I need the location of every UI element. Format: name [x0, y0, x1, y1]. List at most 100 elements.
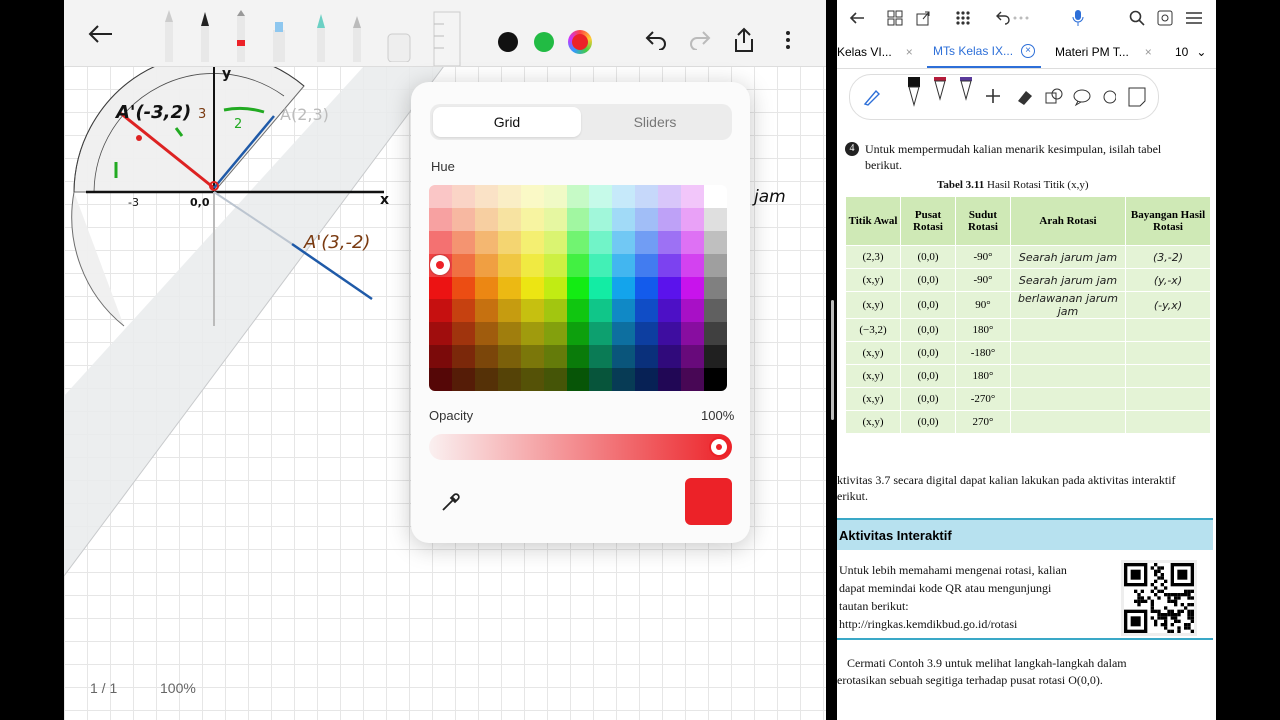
color-swatch[interactable]	[543, 299, 568, 323]
color-swatch[interactable]	[612, 299, 636, 323]
color-swatch[interactable]	[681, 276, 705, 300]
color-swatch[interactable]	[451, 276, 476, 300]
color-swatch[interactable]	[704, 345, 727, 369]
color-swatch[interactable]	[681, 185, 705, 209]
color-swatch[interactable]	[704, 253, 727, 278]
tab-grid[interactable]: Grid	[433, 107, 581, 137]
marker-tool[interactable]	[314, 10, 328, 62]
color-swatch[interactable]	[451, 185, 476, 209]
color-swatch[interactable]	[566, 345, 590, 369]
export-icon[interactable]	[915, 10, 931, 26]
color-swatch[interactable]	[543, 207, 568, 232]
color-swatch[interactable]	[429, 368, 453, 391]
color-swatch[interactable]	[520, 276, 545, 300]
tab-doc-2-active[interactable]: MTs Kelas IX... ×	[927, 36, 1041, 68]
color-swatch[interactable]	[543, 230, 568, 255]
color-swatch[interactable]	[635, 253, 659, 278]
tab-doc-3[interactable]: Materi PM T... ×	[1055, 36, 1159, 68]
eraser-tool[interactable]	[386, 10, 412, 62]
color-swatch[interactable]	[451, 368, 476, 391]
close-icon[interactable]: ×	[1021, 44, 1036, 58]
color-swatch[interactable]	[429, 345, 453, 369]
pen-mode-icon[interactable]	[862, 87, 882, 107]
color-swatch[interactable]	[704, 299, 727, 323]
color-swatch[interactable]	[635, 299, 659, 323]
color-swatch[interactable]	[612, 368, 636, 391]
color-swatch[interactable]	[543, 322, 568, 346]
purple-pen-icon[interactable]	[958, 75, 974, 111]
color-swatch[interactable]	[474, 185, 499, 209]
color-swatch[interactable]	[704, 322, 727, 346]
color-swatch[interactable]	[704, 185, 727, 209]
color-swatch[interactable]	[658, 230, 682, 255]
color-swatch[interactable]	[474, 368, 499, 391]
color-swatch[interactable]	[704, 368, 727, 391]
color-swatch[interactable]	[429, 185, 453, 209]
color-swatch[interactable]	[429, 276, 453, 300]
color-swatch[interactable]	[474, 230, 499, 255]
color-swatch[interactable]	[497, 299, 522, 323]
color-swatch[interactable]	[589, 299, 613, 323]
tab-sliders[interactable]: Sliders	[581, 107, 729, 137]
arrow-left-icon[interactable]	[86, 22, 114, 46]
color-swatch[interactable]	[612, 230, 636, 255]
color-swatch[interactable]	[658, 207, 682, 232]
share-icon[interactable]	[732, 26, 756, 54]
color-swatch[interactable]	[658, 253, 682, 278]
color-swatch[interactable]	[612, 322, 636, 346]
tab-count-dropdown[interactable]: 10 ⌄	[1175, 36, 1215, 68]
color-swatch[interactable]	[497, 230, 522, 255]
color-swatch[interactable]	[451, 207, 476, 232]
highlighter-tool[interactable]	[270, 10, 288, 62]
color-swatch[interactable]	[635, 230, 659, 255]
opacity-slider-thumb[interactable]	[709, 437, 729, 457]
grid-view-icon[interactable]	[887, 10, 903, 26]
color-swatch[interactable]	[658, 276, 682, 300]
color-swatch[interactable]	[497, 253, 522, 278]
color-swatch[interactable]	[589, 368, 613, 391]
color-green[interactable]	[534, 32, 554, 52]
color-swatch[interactable]	[566, 322, 590, 346]
color-swatch[interactable]	[520, 299, 545, 323]
color-swatch[interactable]	[589, 276, 613, 300]
color-swatch[interactable]	[474, 276, 499, 300]
color-swatch[interactable]	[520, 185, 545, 209]
color-swatch[interactable]	[589, 230, 613, 255]
color-swatch[interactable]	[612, 207, 636, 232]
color-swatch[interactable]	[566, 276, 590, 300]
tab-doc-1[interactable]: Kelas VI... ×	[837, 36, 927, 68]
more-vertical-icon[interactable]	[778, 28, 798, 52]
color-swatch[interactable]	[543, 276, 568, 300]
color-swatch[interactable]	[451, 322, 476, 346]
shape-icon[interactable]	[1100, 87, 1116, 107]
eyedropper-icon[interactable]	[439, 490, 463, 514]
color-swatch[interactable]	[474, 299, 499, 323]
color-swatch[interactable]	[451, 253, 476, 278]
color-swatch[interactable]	[520, 230, 545, 255]
lasso-icon[interactable]	[1044, 87, 1064, 107]
color-swatch[interactable]	[658, 299, 682, 323]
color-swatch[interactable]	[635, 368, 659, 391]
color-swatch[interactable]	[589, 345, 613, 369]
close-icon[interactable]: ×	[1145, 45, 1152, 59]
color-swatch[interactable]	[635, 185, 659, 209]
color-swatch[interactable]	[566, 299, 590, 323]
color-swatch[interactable]	[681, 299, 705, 323]
color-swatch[interactable]	[612, 185, 636, 209]
color-swatch[interactable]	[474, 322, 499, 346]
color-black[interactable]	[498, 32, 518, 52]
color-swatch[interactable]	[520, 253, 545, 278]
activity-link[interactable]: http://ringkas.kemdikbud.go.id/rotasi	[839, 616, 1017, 632]
color-swatch[interactable]	[681, 368, 705, 391]
color-swatch[interactable]	[566, 230, 590, 255]
color-swatch[interactable]	[566, 368, 590, 391]
pencil-tool[interactable]	[162, 10, 176, 62]
comment-icon[interactable]	[1072, 87, 1092, 107]
color-swatch[interactable]	[589, 322, 613, 346]
color-swatch[interactable]	[658, 368, 682, 391]
color-swatch[interactable]	[681, 230, 705, 255]
back-icon[interactable]	[849, 10, 865, 26]
color-swatch[interactable]	[681, 322, 705, 346]
color-swatch[interactable]	[566, 185, 590, 209]
color-swatch[interactable]	[681, 345, 705, 369]
